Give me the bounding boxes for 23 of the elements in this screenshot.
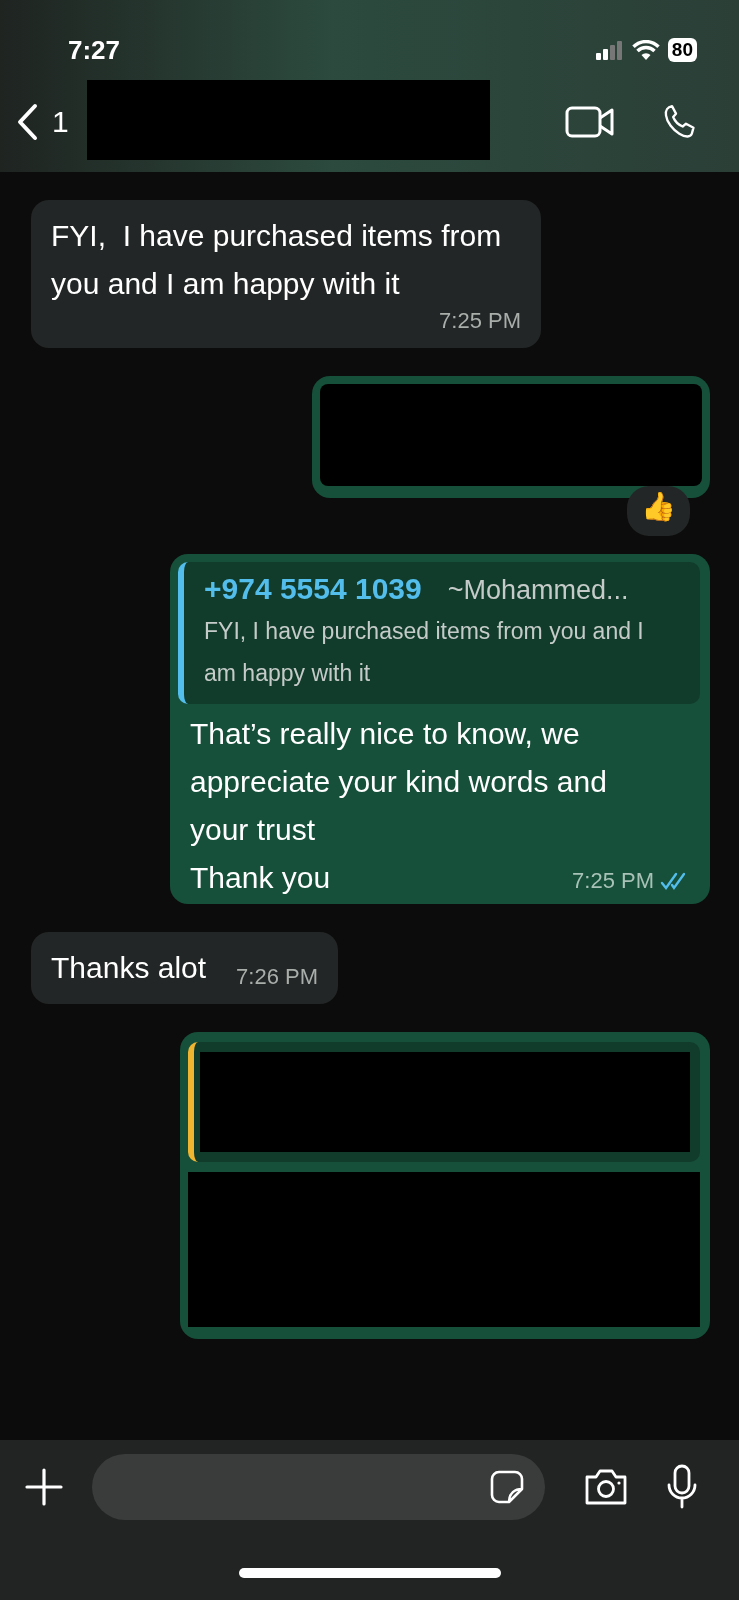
microphone-icon[interactable] bbox=[665, 1464, 699, 1510]
message-time: 7:25 PM bbox=[439, 308, 521, 335]
back-button[interactable]: 1 bbox=[16, 103, 69, 141]
message-text: Thanks alot bbox=[51, 950, 207, 986]
wifi-icon bbox=[631, 40, 660, 60]
message-text: Thank you bbox=[190, 860, 331, 896]
quoted-message[interactable]: +974 5554 1039 ~Mohammed... FYI, I have purchased items from you and I am happy with it bbox=[178, 562, 700, 704]
video-call-icon[interactable] bbox=[565, 105, 615, 139]
battery-level: 80 bbox=[667, 38, 697, 62]
camera-icon[interactable] bbox=[583, 1468, 629, 1506]
message-text: That’s really nice to know, we appreciate your kind words and your trust bbox=[190, 716, 608, 848]
reaction-badge[interactable]: 👍 bbox=[627, 486, 690, 536]
quote-name: ~Mohammed... bbox=[447, 575, 629, 606]
message-time: 7:25 PM bbox=[572, 868, 654, 894]
quote-text: FYI, I have purchased items from you and I am happy with it bbox=[204, 617, 644, 688]
sticker-icon[interactable] bbox=[489, 1469, 525, 1505]
message-time: 7:26 PM bbox=[236, 964, 319, 991]
message-text: FYI, I have purchased items from you and I am happy with it bbox=[51, 218, 503, 302]
quote-sender: +974 5554 1039 bbox=[204, 572, 422, 606]
signal-icon bbox=[595, 40, 624, 60]
status-time: 7:27 bbox=[68, 34, 121, 66]
chevron-left-icon bbox=[16, 103, 38, 141]
plus-icon[interactable] bbox=[24, 1467, 64, 1507]
